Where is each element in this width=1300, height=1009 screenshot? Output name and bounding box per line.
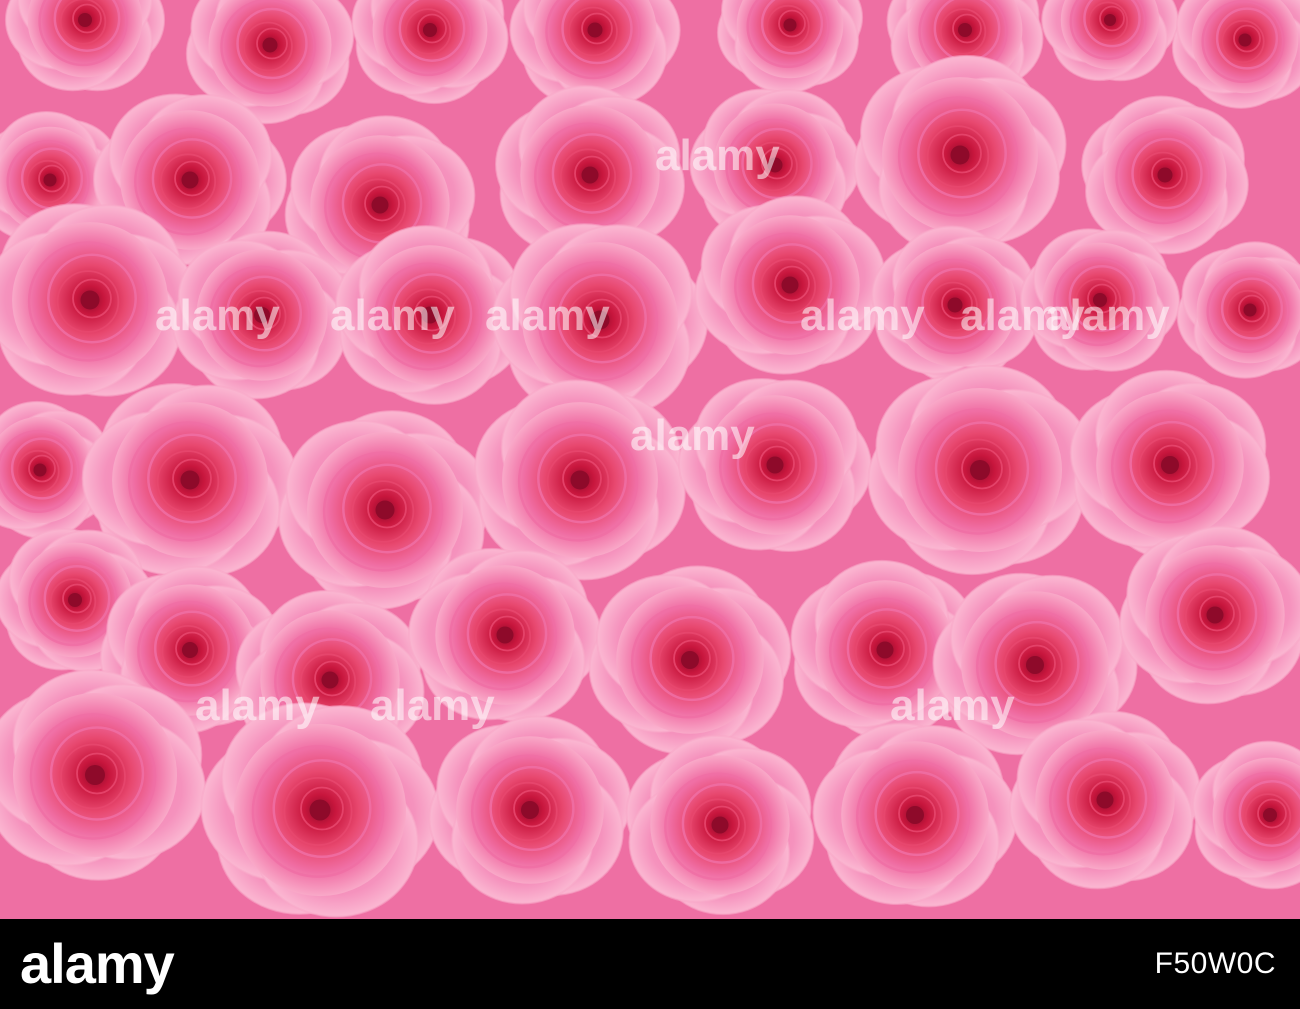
watermark-text: alamy: [485, 291, 610, 340]
watermark-text: alamy: [370, 681, 495, 730]
watermark-text: alamy: [800, 291, 925, 340]
watermark-text: alamy: [1045, 291, 1170, 340]
watermark-text: alamy: [155, 291, 280, 340]
watermark-text: alamy: [630, 411, 755, 460]
watermark-text: alamy: [890, 681, 1015, 730]
watermark-text: alamy: [195, 681, 320, 730]
rose-bloom: [812, 722, 1018, 908]
image-id: F50W0C: [1154, 947, 1276, 980]
watermark-text: alamy: [330, 291, 455, 340]
alamy-logo: alamy: [20, 932, 175, 995]
rose-bloom: [678, 378, 873, 552]
rose-bloom: [200, 702, 440, 918]
footer-bar: alamy F50W0C: [0, 919, 1300, 1009]
rose-photo: alamy alamy alamy alamy alamy alamy alamy alamy…: [0, 0, 1300, 919]
watermark-text: alamy: [655, 131, 780, 180]
roses-collage: alamy alamy alamy alamy alamy alamy alamy alamy…: [0, 0, 1300, 919]
